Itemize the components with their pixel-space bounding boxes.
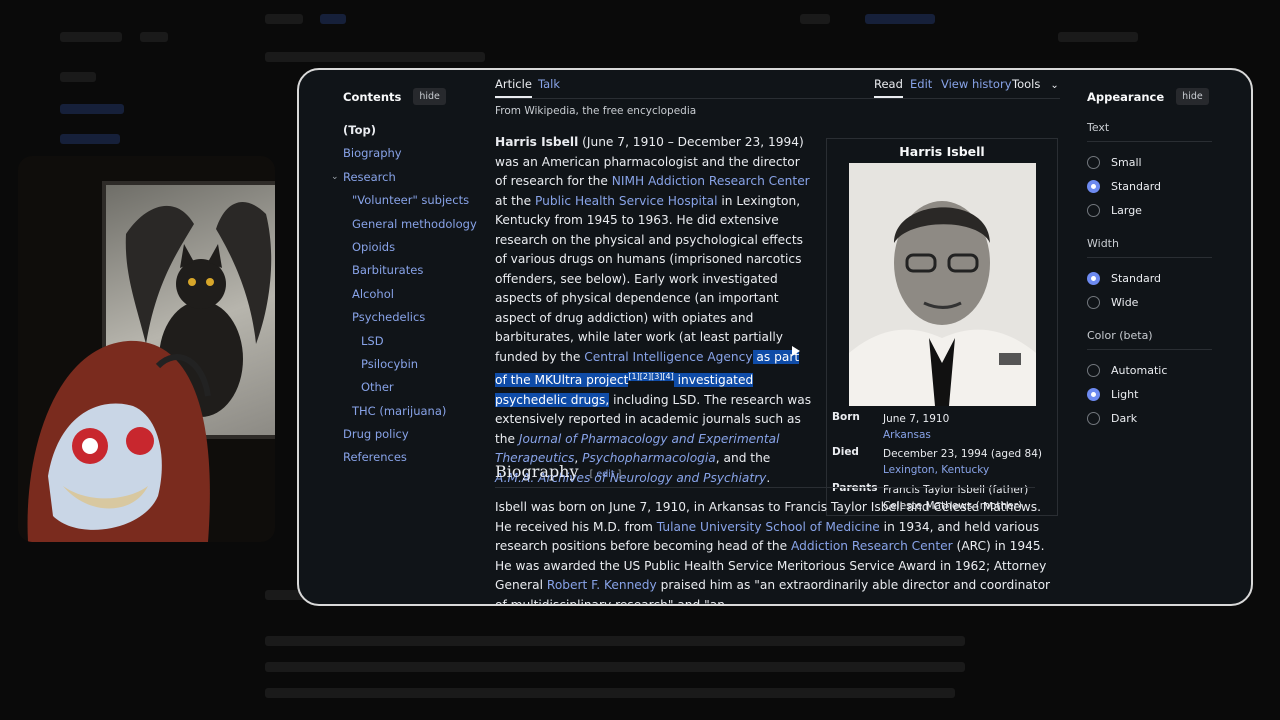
chevron-down-icon: ⌄ [1050,80,1059,91]
text: at the [495,193,535,208]
toc-item-other[interactable]: Other [343,376,478,399]
tools-menu[interactable]: Tools ⌄ [1012,77,1059,96]
radio-label: Standard [1111,271,1162,285]
toc-item-biography[interactable]: Biography [343,142,478,165]
radio-icon [1087,363,1100,377]
appearance-panel: Appearance hide Text Small Standard Larg… [1087,88,1212,445]
link-phs-hospital[interactable]: Public Health Service Hospital [535,194,717,208]
article-subject: Harris Isbell [495,135,579,149]
radio-selected-icon [1087,271,1100,285]
radio-label: Large [1111,203,1142,217]
radio-icon [1087,155,1100,169]
text: in Lexington, Kentucky from 1945 to 1963… [495,193,803,364]
tools-label: Tools [1012,77,1041,91]
reference-links[interactable]: [1][2][3][4] [628,372,674,381]
edit-section-link[interactable]: edit [596,469,614,480]
toc-hide-button[interactable]: hide [413,88,446,105]
infobox-title: Harris Isbell [899,144,985,159]
link-cia[interactable]: Central Intelligence Agency [584,350,752,364]
toc-item-psychedelics[interactable]: Psychedelics [343,306,478,329]
radio-selected-icon [1087,179,1100,193]
radio-label: Small [1111,155,1142,169]
radio-icon [1087,295,1100,309]
radio-label: Automatic [1111,363,1168,377]
radio-icon [1087,203,1100,217]
radio-label: Wide [1111,295,1139,309]
link-tulane[interactable]: Tulane University School of Medicine [657,520,880,534]
radio-text-large[interactable]: Large [1087,198,1212,222]
table-of-contents: Contents hide (Top) Biography ⌄ Research… [331,88,478,470]
radio-text-small[interactable]: Small [1087,150,1212,174]
tab-read[interactable]: Read [874,77,903,98]
streamer-mask [27,340,211,542]
color-label: Color (beta) [1087,329,1212,350]
born-label: Born [832,411,860,423]
toc-item-psilocybin[interactable]: Psilocybin [343,353,478,376]
radio-selected-icon [1087,387,1100,401]
link-arkansas[interactable]: Arkansas [883,429,931,441]
toc-item-opioids[interactable]: Opioids [343,236,478,259]
tab-edit[interactable]: Edit [910,77,932,96]
toc-item-thc[interactable]: THC (marijuana) [343,400,478,423]
link-arc[interactable]: Addiction Research Center [791,539,953,553]
biography-heading: Biography [ edit ] [495,462,1035,488]
toc-item-alcohol[interactable]: Alcohol [343,283,478,306]
radio-text-standard[interactable]: Standard [1087,174,1212,198]
toc-item-volunteer-subjects[interactable]: "Volunteer" subjects [343,189,478,212]
radio-width-standard[interactable]: Standard [1087,266,1212,290]
infobox: Harris Isbell Born June 7, 1910 Arkansas … [826,138,1058,516]
toc-item-barbiturates[interactable]: Barbiturates [343,259,478,282]
appearance-hide-button[interactable]: hide [1176,88,1209,105]
text-size-label: Text [1087,121,1212,142]
portrait-photo [849,163,1036,406]
tab-talk[interactable]: Talk [538,77,560,96]
chevron-down-icon[interactable]: ⌄ [331,172,339,182]
width-label: Width [1087,237,1212,258]
toc-item-references[interactable]: References [343,446,478,469]
site-subtitle: From Wikipedia, the free encyclopedia [495,105,697,117]
born-date: June 7, 1910 [883,413,950,425]
radio-color-automatic[interactable]: Automatic [1087,358,1212,382]
appearance-title: Appearance [1087,89,1165,104]
toc-title: Contents [343,89,402,104]
toc-item-general-methodology[interactable]: General methodology [343,213,478,236]
radio-icon [1087,411,1100,425]
section-title: Biography [495,462,579,481]
tab-article[interactable]: Article [495,77,532,98]
radio-color-dark[interactable]: Dark [1087,406,1212,430]
radio-color-light[interactable]: Light [1087,382,1212,406]
wikipedia-window: Contents hide (Top) Biography ⌄ Research… [297,68,1253,606]
webcam-overlay [18,156,275,542]
radio-label: Light [1111,387,1139,401]
toc-item-research[interactable]: Research [343,166,478,189]
lead-paragraph: Harris Isbell (June 7, 1910 – December 2… [495,133,813,488]
toc-item-drug-policy[interactable]: Drug policy [343,423,478,446]
page-tabs: Article Talk Read Edit View history Tool… [495,75,1060,99]
link-nimh-arc[interactable]: NIMH Addiction Research Center [612,174,810,188]
biography-paragraph: Isbell was born on June 7, 1910, in Arka… [495,498,1053,604]
toc-item-top[interactable]: (Top) [343,119,478,142]
toc-item-lsd[interactable]: LSD [343,330,478,353]
radio-label: Dark [1111,411,1138,425]
died-date: December 23, 1994 (aged 84) [883,448,1042,460]
radio-label: Standard [1111,179,1162,193]
radio-width-wide[interactable]: Wide [1087,290,1212,314]
mouse-cursor [792,346,800,356]
link-rfk[interactable]: Robert F. Kennedy [547,578,657,592]
section-edit: [ edit ] [589,469,622,480]
tab-view-history[interactable]: View history [941,77,1012,96]
